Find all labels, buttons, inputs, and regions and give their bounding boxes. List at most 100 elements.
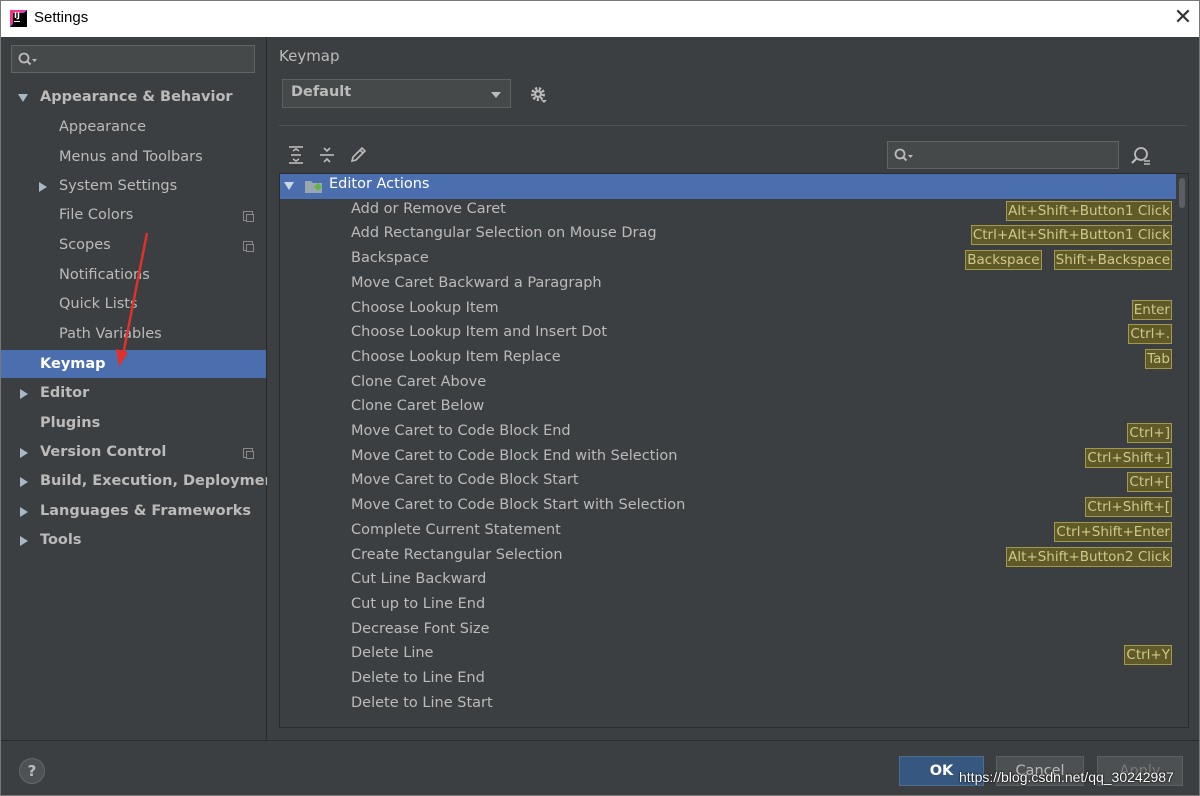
expand-arrow-right-icon[interactable] xyxy=(20,477,28,487)
shortcut-badge: Shift+Backspace xyxy=(1053,250,1172,271)
action-name: Delete to Line End xyxy=(351,670,485,686)
window-title: Settings xyxy=(34,9,89,26)
expand-arrow-right-icon[interactable] xyxy=(20,536,28,546)
sidebar-item-menus-toolbars[interactable]: Menus and Toolbars xyxy=(59,143,203,171)
action-name: Clone Caret Above xyxy=(351,373,487,390)
action-name: Complete Current Statement xyxy=(351,521,561,538)
sidebar-search-input[interactable] xyxy=(11,45,255,73)
expand-arrow-down-icon[interactable] xyxy=(18,94,28,102)
shortcut-badge: Alt+Shift+Button1 Click xyxy=(1006,200,1172,221)
table-row[interactable]: Move Caret Backward a Paragraph xyxy=(280,273,1188,298)
tree-group-row[interactable]: Editor Actions xyxy=(280,174,1188,199)
sidebar-item-version-control[interactable]: Version Control xyxy=(40,438,166,466)
tree-group-label: Editor Actions xyxy=(329,176,430,192)
shortcut-list: Backspace Shift+Backspace xyxy=(965,250,1172,271)
annotation-arrow xyxy=(116,232,149,367)
table-row[interactable]: Clone Caret Below xyxy=(280,396,1188,421)
table-row[interactable]: Complete Current Statement Ctrl+Shift+Ent… xyxy=(280,520,1188,545)
sidebar-item-appearance[interactable]: Appearance xyxy=(59,113,146,141)
settings-window: IJ Settings ✕ Appearance & Behavior Appe… xyxy=(0,0,1200,796)
divider xyxy=(279,125,1187,126)
table-row[interactable]: Add Rectangular Selection on Mouse Drag C… xyxy=(280,223,1188,248)
shortcut-badge: Ctrl+Shift+[ xyxy=(1085,497,1172,518)
shortcut-list: Ctrl+Shift+Enter xyxy=(1054,521,1172,542)
shortcut-list: Ctrl+Alt+Shift+Button1 Click xyxy=(970,225,1172,246)
watermark-text: https://blog.csdn.net/qq_30242987 xyxy=(959,769,1174,785)
table-row[interactable]: Backspace Backspace Shift+Backspace xyxy=(280,248,1188,273)
table-row[interactable]: Delete to Line End xyxy=(280,668,1188,693)
sidebar-item-editor[interactable]: Editor xyxy=(40,379,89,407)
expand-arrow-right-icon[interactable] xyxy=(20,448,28,458)
action-name: Choose Lookup Item and Insert Dot xyxy=(351,324,608,341)
collapse-all-icon[interactable] xyxy=(317,145,337,165)
table-row[interactable]: Delete to Line Start xyxy=(280,693,1188,718)
shortcut-badge: Ctrl+] xyxy=(1127,423,1172,443)
table-row[interactable]: Cut Line Backward xyxy=(280,569,1188,594)
table-row[interactable]: Move Caret to Code Block Start Ctrl+[ xyxy=(280,470,1188,495)
table-row[interactable]: Choose Lookup Item Enter xyxy=(280,298,1188,323)
table-row[interactable]: Clone Caret Above xyxy=(280,372,1188,397)
keymap-action-list: Editor Actions Add or Remove Caret Alt+Sh… xyxy=(279,173,1189,728)
shortcut-badge: Enter xyxy=(1131,299,1172,320)
table-row[interactable]: Decrease Font Size xyxy=(280,619,1188,644)
edit-pencil-icon[interactable] xyxy=(348,145,368,165)
sidebar-item-tools[interactable]: Tools xyxy=(40,526,82,554)
shortcut-badge: Ctrl+Shift+] xyxy=(1085,447,1172,468)
expand-arrow-right-icon[interactable] xyxy=(20,389,28,399)
action-name: Delete Line xyxy=(351,645,434,662)
action-name: Move Caret to Code Block Start with Sele… xyxy=(351,497,686,514)
shortcut-list: Tab xyxy=(1145,348,1172,369)
table-row[interactable]: Create Rectangular Selection Alt+Shift+Bu… xyxy=(280,545,1188,570)
shortcut-badge: Ctrl+Alt+Shift+Button1 Click xyxy=(970,225,1172,246)
sidebar-item-scopes[interactable]: Scopes xyxy=(59,231,111,259)
table-row[interactable]: Move Caret to Code Block End with Select… xyxy=(280,446,1188,471)
expand-arrow-right-icon[interactable] xyxy=(39,182,47,192)
shortcut-badge: Backspace xyxy=(965,250,1042,271)
action-name: Decrease Font Size xyxy=(351,620,490,637)
expand-all-icon[interactable] xyxy=(286,145,306,165)
close-icon[interactable]: ✕ xyxy=(1169,4,1197,32)
chevron-down-icon xyxy=(491,92,501,98)
keymap-select[interactable]: Default xyxy=(282,79,511,108)
shortcut-badge: Ctrl+Shift+Enter xyxy=(1054,521,1172,542)
sidebar-item-file-colors[interactable]: File Colors xyxy=(59,201,133,229)
expand-arrow-right-icon[interactable] xyxy=(20,507,28,517)
expand-arrow-down-icon[interactable] xyxy=(284,182,294,190)
table-row[interactable]: Move Caret to Code Block End Ctrl+] xyxy=(280,421,1188,446)
action-name: Add Rectangular Selection on Mouse Drag xyxy=(351,225,657,242)
action-name: Clone Caret Below xyxy=(351,398,485,415)
folder-icon xyxy=(305,181,322,193)
action-search-input[interactable] xyxy=(887,141,1119,169)
sidebar-item-build-execution-deployment[interactable]: Build, Execution, Deployment xyxy=(40,467,282,495)
dialog-footer: ? OK Cancel Apply https://blog.csdn.net/… xyxy=(1,740,1199,795)
scrollbar-thumb[interactable] xyxy=(1179,178,1185,208)
action-name: Move Caret Backward a Paragraph xyxy=(351,274,602,291)
sidebar-item-system-settings[interactable]: System Settings xyxy=(59,172,177,200)
help-button[interactable]: ? xyxy=(19,758,45,784)
project-level-icon xyxy=(243,211,254,222)
action-name: Backspace xyxy=(351,250,429,267)
shortcut-list: Ctrl+[ xyxy=(1127,472,1172,493)
shortcut-list: Ctrl+Y xyxy=(1124,645,1172,666)
project-level-icon xyxy=(243,448,254,459)
table-row[interactable]: Cut up to Line End xyxy=(280,594,1188,619)
vertical-scrollbar[interactable] xyxy=(1176,174,1188,727)
project-level-icon xyxy=(243,241,254,252)
action-name: Delete to Line Start xyxy=(351,694,493,711)
shortcut-list: Ctrl+Shift+] xyxy=(1085,447,1172,468)
find-by-shortcut-icon[interactable] xyxy=(1129,145,1151,167)
sidebar-item-plugins[interactable]: Plugins xyxy=(40,409,100,437)
sidebar-item-languages-frameworks[interactable]: Languages & Frameworks xyxy=(40,497,251,525)
shortcut-list: Ctrl+] xyxy=(1127,423,1172,443)
table-row[interactable]: Choose Lookup Item Replace Tab xyxy=(280,347,1188,372)
sidebar-item-label: Keymap xyxy=(40,356,106,372)
title-bar: IJ Settings ✕ xyxy=(1,1,1199,37)
sidebar-item-appearance-behavior[interactable]: Appearance & Behavior xyxy=(40,83,233,111)
shortcut-list: Ctrl+. xyxy=(1128,324,1172,345)
gear-icon[interactable] xyxy=(529,85,547,103)
table-row[interactable]: Add or Remove Caret Alt+Shift+Button1 Cli… xyxy=(280,199,1188,224)
table-row[interactable]: Choose Lookup Item and Insert Dot Ctrl+. xyxy=(280,322,1188,347)
action-name: Move Caret to Code Block Start xyxy=(351,472,579,489)
table-row[interactable]: Delete Line Ctrl+Y xyxy=(280,643,1188,668)
table-row[interactable]: Move Caret to Code Block Start with Sele… xyxy=(280,495,1188,520)
